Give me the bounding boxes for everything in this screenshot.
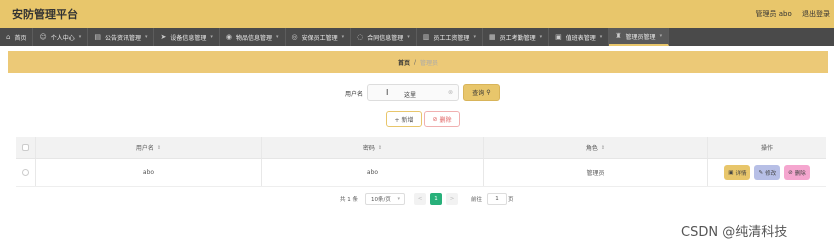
trash-icon: ⊘ xyxy=(432,115,438,123)
admin-table: 用户名 ⇕ 密码 ⇕ 角色 ⇕ 操作 abo abo 管理员 ▣ 详情 ✎ 修改 ⊘ 删除 xyxy=(16,137,826,187)
nav-item-5[interactable]: ◎ 安保员工管理 ▾ xyxy=(286,28,352,46)
nav-item-label: 员工考勤管理 xyxy=(499,34,536,42)
nav-item-label: 设备信息管理 xyxy=(170,34,207,42)
nav-item-4[interactable]: ◉ 物品信息管理 ▾ xyxy=(220,28,286,46)
cell-role: 管理员 xyxy=(484,159,708,186)
nav-item-9[interactable]: ▣ 值班表管理 ▾ xyxy=(549,28,610,46)
top-header: 安防管理平台 管理员 abo 退出登录 xyxy=(0,0,834,28)
cell-operation: ▣ 详情 ✎ 修改 ⊘ 删除 xyxy=(708,159,826,186)
nav-item-label: 首页 xyxy=(14,34,27,42)
send-icon: ➤ xyxy=(160,33,167,41)
username-search-input[interactable]: I 这里 ⊗ xyxy=(367,84,459,101)
goto-page-input[interactable]: 1 xyxy=(487,193,507,205)
chevron-down-icon: ▾ xyxy=(276,34,279,40)
nav-item-label: 个人中心 xyxy=(50,34,75,42)
admin-icon: ♜ xyxy=(615,32,622,40)
location-icon: ◉ xyxy=(225,33,232,41)
nav-item-label: 物品信息管理 xyxy=(235,34,272,42)
app-title: 安防管理平台 xyxy=(12,8,78,21)
chevron-down-icon: ▾ xyxy=(210,34,213,40)
prev-page-button[interactable]: < xyxy=(414,193,426,205)
sort-icon: ⇕ xyxy=(377,144,383,151)
user-icon: ☺ xyxy=(39,33,47,41)
cell-username: abo xyxy=(36,159,262,186)
schedule-icon: ▣ xyxy=(555,33,562,41)
breadcrumb-separator: / xyxy=(413,58,417,66)
nav-item-label: 管理员管理 xyxy=(625,33,656,41)
chevron-down-icon: ▾ xyxy=(407,34,410,40)
nav-item-7[interactable]: ▥ 员工工资管理 ▾ xyxy=(417,28,483,46)
trash-icon: ⊘ xyxy=(788,169,793,176)
sort-icon: ⇕ xyxy=(156,144,162,151)
cell-password: abo xyxy=(262,159,484,186)
detail-button[interactable]: ▣ 详情 xyxy=(724,165,751,180)
col-role[interactable]: 角色 ⇕ xyxy=(484,137,708,158)
attendance-icon: ▦ xyxy=(488,33,496,41)
delete-button[interactable]: ⊘ 删除 xyxy=(784,165,810,180)
nav-item-label: 安保员工管理 xyxy=(301,34,338,42)
wage-icon: ▥ xyxy=(422,33,430,41)
nav-item-2[interactable]: ▤ 公告资讯管理 ▾ xyxy=(88,28,155,46)
page-unit-label: 页 xyxy=(508,197,514,203)
action-bar: + 新增 ⊘ 删除 xyxy=(0,111,834,127)
nav-item-label: 合同信息管理 xyxy=(367,34,404,42)
batch-delete-button[interactable]: ⊘ 删除 xyxy=(424,111,460,127)
breadcrumb-current: 管理员 xyxy=(420,59,439,67)
edit-icon: ✎ xyxy=(758,169,764,176)
next-page-button[interactable]: > xyxy=(446,193,458,205)
select-all-checkbox[interactable] xyxy=(22,144,29,151)
pagination: 共 1 条 10条/页 ▾ < 1 > 前往 1 页 xyxy=(0,193,834,205)
breadcrumb-home[interactable]: 首页 xyxy=(398,58,410,67)
nav-item-label: 公告资讯管理 xyxy=(104,34,141,42)
watermark: CSDN @纯清科技 xyxy=(681,225,788,240)
table-header: 用户名 ⇕ 密码 ⇕ 角色 ⇕ 操作 xyxy=(16,137,826,159)
home-icon: ⌂ xyxy=(6,33,11,41)
main-nav: ⌂ 首页 ☺ 个人中心 ▾ ▤ 公告资讯管理 ▾ ➤ 设备信息管理 ▾ ◉ 物品信息管理 ▾ ◎ 安保员工管理… xyxy=(0,28,834,46)
nav-item-1[interactable]: ☺ 个人中心 ▾ xyxy=(33,28,89,46)
search-bar: 用户名 I 这里 ⊗ 查询 ⚲ xyxy=(0,84,834,102)
page-size-select[interactable]: 10条/页 ▾ xyxy=(365,193,405,205)
add-button[interactable]: + 新增 xyxy=(386,111,422,127)
col-password[interactable]: 密码 ⇕ xyxy=(262,137,484,158)
chevron-down-icon: ▾ xyxy=(473,34,476,40)
col-username[interactable]: 用户名 ⇕ xyxy=(36,137,262,158)
search-icon: ⚲ xyxy=(486,89,491,96)
chevron-down-icon: ▾ xyxy=(599,34,603,40)
clear-icon[interactable]: ⊗ xyxy=(448,89,453,96)
detail-icon: ▣ xyxy=(728,169,734,176)
nav-item-0[interactable]: ⌂ 首页 xyxy=(0,28,34,46)
staff-icon: ◎ xyxy=(291,33,298,41)
chevron-down-icon: ▾ xyxy=(659,33,663,39)
nav-item-label: 员工工资管理 xyxy=(433,34,470,42)
chevron-down-icon: ▾ xyxy=(78,34,82,40)
page-1-button[interactable]: 1 xyxy=(430,193,442,205)
col-operation: 操作 xyxy=(760,145,773,152)
header-user-area: 管理员 abo 退出登录 xyxy=(748,9,830,19)
sort-icon: ⇕ xyxy=(600,144,606,151)
goto-label: 前往 xyxy=(471,197,483,203)
search-input-value: 这里 xyxy=(404,92,417,99)
logout-link[interactable]: 退出登录 xyxy=(802,10,830,18)
breadcrumb: 首页 / 管理员 xyxy=(8,51,828,73)
text-cursor-icon: I xyxy=(386,88,389,97)
current-user-label: 管理员 abo xyxy=(755,10,792,18)
pager-total: 共 1 条 xyxy=(340,197,358,203)
row-checkbox[interactable] xyxy=(22,169,29,176)
username-search-label: 用户名 xyxy=(345,91,364,98)
chevron-down-icon: ▾ xyxy=(397,196,400,202)
search-button[interactable]: 查询 ⚲ xyxy=(463,84,500,101)
table-row: abo abo 管理员 ▣ 详情 ✎ 修改 ⊘ 删除 xyxy=(16,159,826,187)
contract-icon: ◌ xyxy=(357,33,364,41)
chevron-down-icon: ▾ xyxy=(144,34,148,40)
nav-item-8[interactable]: ▦ 员工考勤管理 ▾ xyxy=(483,28,550,46)
news-icon: ▤ xyxy=(94,33,101,41)
chevron-down-icon: ▾ xyxy=(539,34,543,40)
chevron-down-icon: ▾ xyxy=(341,34,345,40)
nav-item-6[interactable]: ◌ 合同信息管理 ▾ xyxy=(351,28,417,46)
nav-item-3[interactable]: ➤ 设备信息管理 ▾ xyxy=(154,28,220,46)
edit-button[interactable]: ✎ 修改 xyxy=(754,165,781,180)
nav-item-label: 值班表管理 xyxy=(565,34,596,42)
nav-item-10[interactable]: ♜ 管理员管理 ▾ xyxy=(609,28,670,46)
